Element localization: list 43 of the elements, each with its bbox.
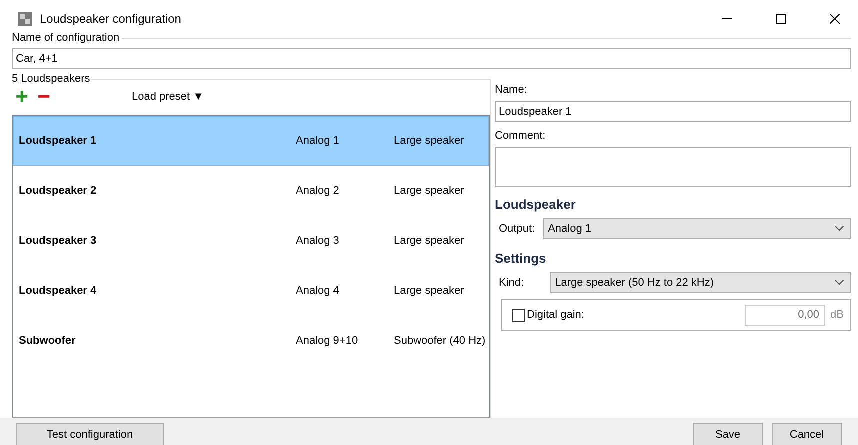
add-button[interactable]: +: [14, 88, 30, 106]
gain-unit: dB: [830, 309, 844, 321]
cancel-button[interactable]: Cancel: [772, 423, 842, 445]
speaker-name: Loudspeaker 1: [19, 135, 98, 147]
speaker-output: Analog 2: [296, 185, 340, 197]
comment-label: Comment:: [495, 130, 547, 142]
settings-heading: Settings: [495, 251, 548, 266]
remove-button[interactable]: −: [36, 88, 52, 106]
speaker-output: Analog 4: [296, 285, 340, 297]
chevron-down-icon: [835, 280, 844, 285]
chevron-down-icon: [835, 226, 844, 231]
speaker-type: Large speaker: [394, 135, 466, 147]
loudspeaker-row[interactable]: Loudspeaker 1 Analog 1 Large speaker: [13, 116, 489, 166]
loudspeakers-label: 5 Loudspeakers: [12, 73, 92, 85]
gain-field[interactable]: 0,00: [744, 304, 825, 326]
speaker-name: Loudspeaker 3: [19, 235, 98, 247]
speaker-type: Large speaker: [394, 285, 466, 297]
app-icon: [18, 12, 32, 26]
speaker-name: Subwoofer: [19, 335, 77, 347]
speaker-name: Loudspeaker 2: [19, 185, 98, 197]
output-dropdown[interactable]: Analog 1: [543, 218, 851, 239]
output-label: Output:: [499, 222, 536, 234]
speaker-output: Analog 1: [296, 135, 340, 147]
kind-label: Kind:: [499, 276, 524, 288]
speaker-output: Analog 3: [296, 235, 340, 247]
speaker-output: Analog 9+10: [296, 335, 360, 347]
configuration-label: Name of configuration: [12, 32, 122, 44]
speaker-name: Loudspeaker 4: [19, 285, 98, 297]
speaker-type: Large speaker: [394, 185, 466, 197]
speaker-name-field[interactable]: Loudspeaker 1: [495, 101, 851, 122]
gain-checkbox[interactable]: [512, 308, 525, 322]
speaker-type: Large speaker: [394, 235, 466, 247]
name-label: Name:: [495, 84, 528, 96]
comment-field[interactable]: [495, 147, 851, 187]
load-preset-button[interactable]: Load preset ▼: [132, 91, 204, 103]
window-title: Loudspeaker configuration: [40, 12, 182, 26]
speaker-type: Subwoofer (40 Hz): [394, 335, 487, 347]
loudspeaker-heading: Loudspeaker: [495, 197, 577, 212]
test-configuration-button[interactable]: Test configuration: [16, 423, 164, 445]
save-button[interactable]: Save: [693, 423, 763, 445]
configuration-name-field[interactable]: Car, 4+1: [12, 48, 851, 69]
kind-dropdown[interactable]: Large speaker (50 Hz to 22 kHz): [550, 272, 851, 293]
gain-label: Digital gain:: [527, 309, 584, 321]
